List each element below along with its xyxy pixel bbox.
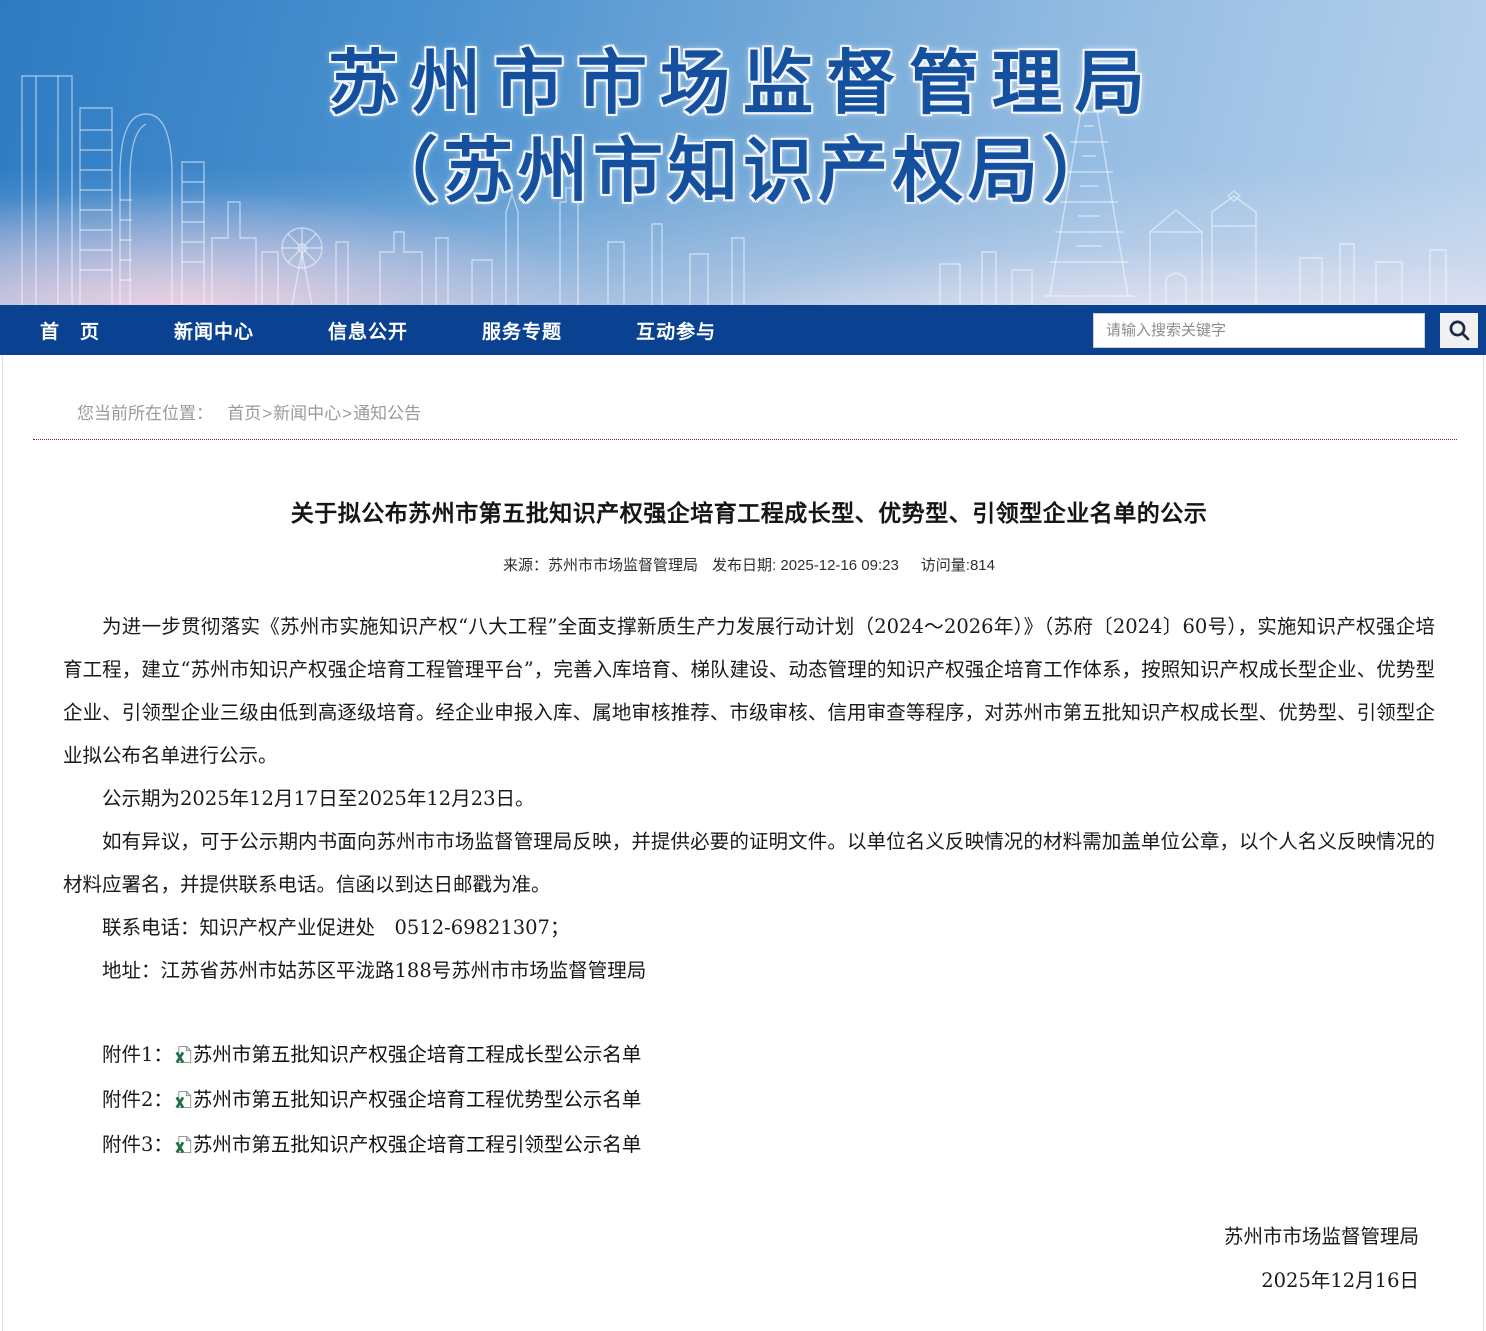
article-body: 为进一步贯彻落实《苏州市实施知识产权“八大工程”全面支撑新质生产力发展行动计划（… (63, 605, 1435, 992)
meta-visits: 814 (970, 557, 995, 574)
meta-date: 2025-12-16 09:23 (780, 557, 898, 574)
dotted-divider (33, 439, 1457, 440)
excel-file-icon (175, 1091, 192, 1114)
attachments: 附件1： 苏州市第五批知识产权强企培育工程成长型公示名单 附件2： 苏州市第五批知识… (63, 1034, 1435, 1169)
attachment-row: 附件2： 苏州市第五批知识产权强企培育工程优势型公示名单 (63, 1079, 1435, 1124)
paragraph-address: 地址：江苏省苏州市姑苏区平泷路188号苏州市市场监督管理局 (63, 949, 1435, 992)
main-navbar: 首 页 新闻中心 信息公开 服务专题 互动参与 (0, 305, 1486, 355)
signature-date: 2025年12月16日 (63, 1259, 1419, 1303)
site-title-line1: 苏州市市场监督管理局 (0, 40, 1486, 126)
meta-visits-label: 访问量: (921, 557, 970, 574)
page-title: 关于拟公布苏州市第五批知识产权强企培育工程成长型、优势型、引领型企业名单的公示 (63, 494, 1435, 528)
search-button[interactable] (1440, 313, 1478, 348)
search-icon (1447, 318, 1471, 342)
excel-file-icon (175, 1046, 192, 1069)
nav-item-info[interactable]: 信息公开 (328, 317, 408, 344)
paragraph-contact-phone: 联系电话：知识产权产业促进处 0512-69821307； (63, 906, 1435, 949)
search-bar (1093, 313, 1478, 348)
attachment-label: 附件3： (102, 1133, 173, 1156)
breadcrumb-prefix: 您当前所在位置： (77, 404, 213, 423)
breadcrumb-link-notices[interactable]: 通知公告 (353, 404, 421, 423)
attachment-label: 附件2： (102, 1088, 173, 1111)
site-title-line2: （苏州市知识产权局） (0, 128, 1486, 214)
site-title: 苏州市市场监督管理局 （苏州市知识产权局） (0, 40, 1486, 214)
paragraph: 如有异议，可于公示期内书面向苏州市市场监督管理局反映，并提供必要的证明文件。以单… (63, 820, 1435, 906)
meta-date-label: 发布日期: (712, 557, 776, 574)
meta-source-label: 来源： (503, 557, 548, 574)
breadcrumb: 您当前所在位置： 首页>新闻中心>通知公告 (3, 355, 1483, 424)
attachment-row: 附件1： 苏州市第五批知识产权强企培育工程成长型公示名单 (63, 1034, 1435, 1079)
article-meta: 来源：苏州市市场监督管理局发布日期: 2025-12-16 09:23 访问量:8… (63, 554, 1435, 575)
breadcrumb-link-news[interactable]: 新闻中心 (273, 404, 341, 423)
attachment-link[interactable]: 苏州市第五批知识产权强企培育工程成长型公示名单 (193, 1043, 642, 1066)
paragraph: 公示期为2025年12月17日至2025年12月23日。 (63, 777, 1435, 820)
signature-org: 苏州市市场监督管理局 (63, 1215, 1419, 1259)
signature-block: 苏州市市场监督管理局 2025年12月16日 (63, 1215, 1435, 1303)
breadcrumb-separator: > (262, 404, 272, 423)
attachment-link[interactable]: 苏州市第五批知识产权强企培育工程引领型公示名单 (193, 1133, 642, 1156)
attachment-row: 附件3： 苏州市第五批知识产权强企培育工程引领型公示名单 (63, 1124, 1435, 1169)
excel-file-icon (175, 1136, 192, 1159)
nav-item-services[interactable]: 服务专题 (482, 317, 562, 344)
site-banner: 苏州市市场监督管理局 （苏州市知识产权局） (0, 0, 1486, 305)
attachment-label: 附件1： (102, 1043, 173, 1066)
meta-source: 苏州市市场监督管理局 (548, 557, 698, 574)
search-input[interactable] (1093, 313, 1425, 348)
nav-item-interaction[interactable]: 互动参与 (636, 317, 716, 344)
attachment-link[interactable]: 苏州市第五批知识产权强企培育工程优势型公示名单 (193, 1088, 642, 1111)
content-container: 您当前所在位置： 首页>新闻中心>通知公告 关于拟公布苏州市第五批知识产权强企培… (2, 355, 1484, 1331)
article: 关于拟公布苏州市第五批知识产权强企培育工程成长型、优势型、引领型企业名单的公示 … (3, 494, 1483, 1303)
breadcrumb-link-home[interactable]: 首页 (227, 404, 261, 423)
nav-item-home[interactable]: 首 页 (40, 317, 100, 344)
nav-item-news[interactable]: 新闻中心 (174, 317, 254, 344)
breadcrumb-separator: > (342, 404, 352, 423)
paragraph: 为进一步贯彻落实《苏州市实施知识产权“八大工程”全面支撑新质生产力发展行动计划（… (63, 605, 1435, 777)
